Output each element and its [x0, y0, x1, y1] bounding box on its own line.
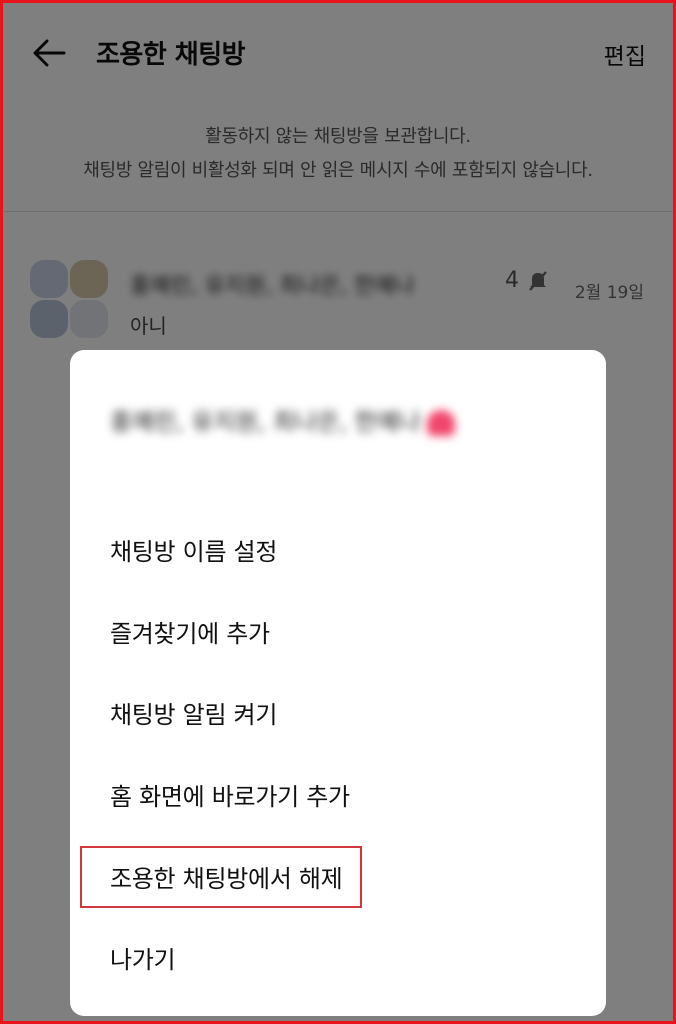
heart-emoji-icon — [426, 410, 455, 436]
menu-item-rename[interactable]: 채팅방 이름 설정 — [110, 530, 566, 574]
dialog-title: 홍예린, 유지원, 최나은, 한예나 — [110, 398, 490, 446]
menu-item-home-shortcut[interactable]: 홈 화면에 바로가기 추가 — [110, 775, 566, 819]
menu-item-notifications-on[interactable]: 채팅방 알림 켜기 — [110, 693, 566, 737]
context-menu-dialog: 홍예린, 유지원, 최나은, 한예나 채팅방 이름 설정 즐겨찾기에 추가 채팅… — [70, 350, 606, 1016]
menu-item-leave[interactable]: 나가기 — [110, 938, 566, 982]
menu-item-add-favorite[interactable]: 즐겨찾기에 추가 — [110, 612, 566, 656]
menu-item-remove-from-quiet[interactable]: 조용한 채팅방에서 해제 — [110, 857, 566, 901]
dialog-title-text: 홍예린, 유지원, 최나은, 한예나 — [110, 408, 421, 436]
